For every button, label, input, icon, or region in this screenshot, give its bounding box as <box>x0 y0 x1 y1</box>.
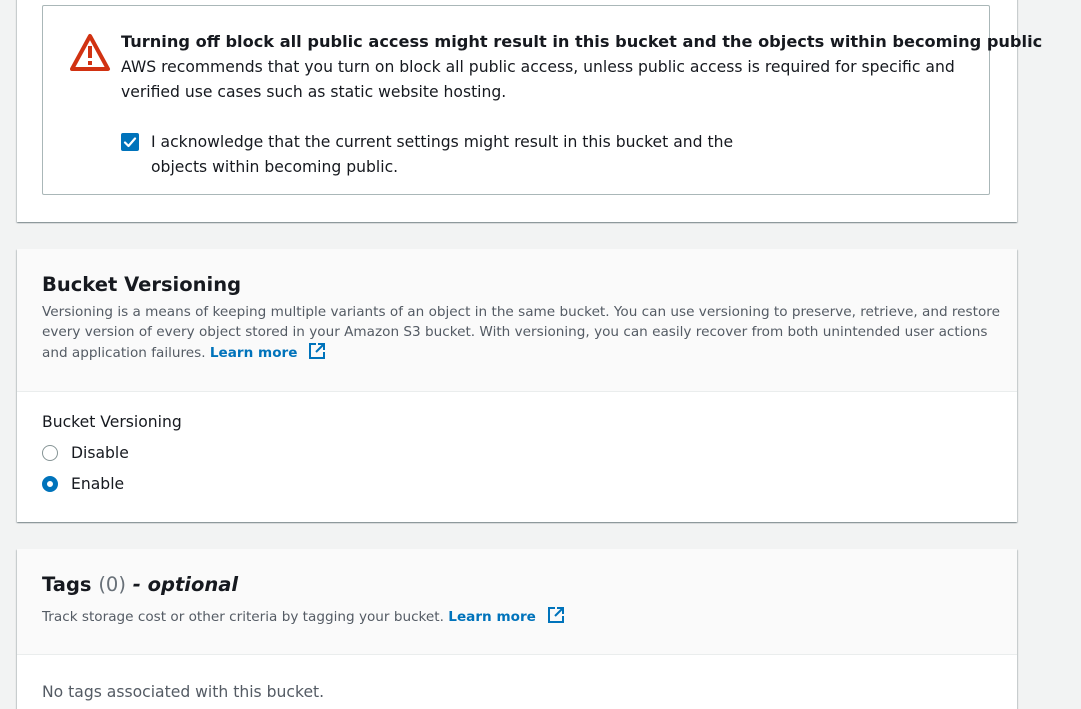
tags-learn-more-link[interactable]: Learn more <box>448 607 564 625</box>
radio-enable-circle[interactable] <box>42 476 58 492</box>
checkmark-icon <box>123 137 137 148</box>
acknowledge-label[interactable]: I acknowledge that the current settings … <box>151 130 771 180</box>
tags-count: (0) <box>98 573 126 596</box>
bucket-versioning-panel: Bucket Versioning Versioning is a means … <box>17 249 1017 522</box>
versioning-description: Versioning is a means of keeping multipl… <box>42 303 1002 364</box>
learn-more-label: Learn more <box>209 345 298 361</box>
warning-alert: Turning off block all public access migh… <box>42 5 1042 195</box>
external-link-icon <box>309 343 326 359</box>
learn-more-label: Learn more <box>448 609 536 625</box>
radio-enable-label: Enable <box>71 475 125 493</box>
tags-description: Track storage cost or other criteria by … <box>42 606 1002 628</box>
tags-empty-message: No tags associated with this bucket. <box>42 683 325 701</box>
radio-enable[interactable]: Enable <box>42 473 124 495</box>
versioning-description-text: Versioning is a means of keeping multipl… <box>42 304 1000 361</box>
radio-disable-circle[interactable] <box>42 445 58 461</box>
tags-panel: Tags (0) - optional Track storage cost o… <box>17 549 1017 709</box>
tags-description-text: Track storage cost or other criteria by … <box>42 609 444 625</box>
acknowledge-checkbox[interactable] <box>121 133 139 151</box>
tags-title: Tags (0) - optional <box>42 571 238 599</box>
versioning-title: Bucket Versioning <box>42 273 242 296</box>
versioning-learn-more-link[interactable]: Learn more <box>209 343 326 361</box>
warning-description: AWS recommends that you turn on block al… <box>121 58 955 101</box>
external-link-icon <box>547 607 564 623</box>
versioning-field-label: Bucket Versioning <box>42 413 182 431</box>
public-access-panel: Turning off block all public access migh… <box>17 0 1042 222</box>
tags-optional: - optional <box>132 573 239 596</box>
versioning-header: Bucket Versioning Versioning is a means … <box>17 249 1017 392</box>
tags-header: Tags (0) - optional Track storage cost o… <box>17 549 1017 655</box>
warning-title: Turning off block all public access migh… <box>121 32 1043 51</box>
radio-disable-label: Disable <box>71 444 129 462</box>
warning-triangle-icon <box>70 34 110 71</box>
tags-title-text: Tags <box>42 573 92 596</box>
radio-disable[interactable]: Disable <box>42 442 129 464</box>
